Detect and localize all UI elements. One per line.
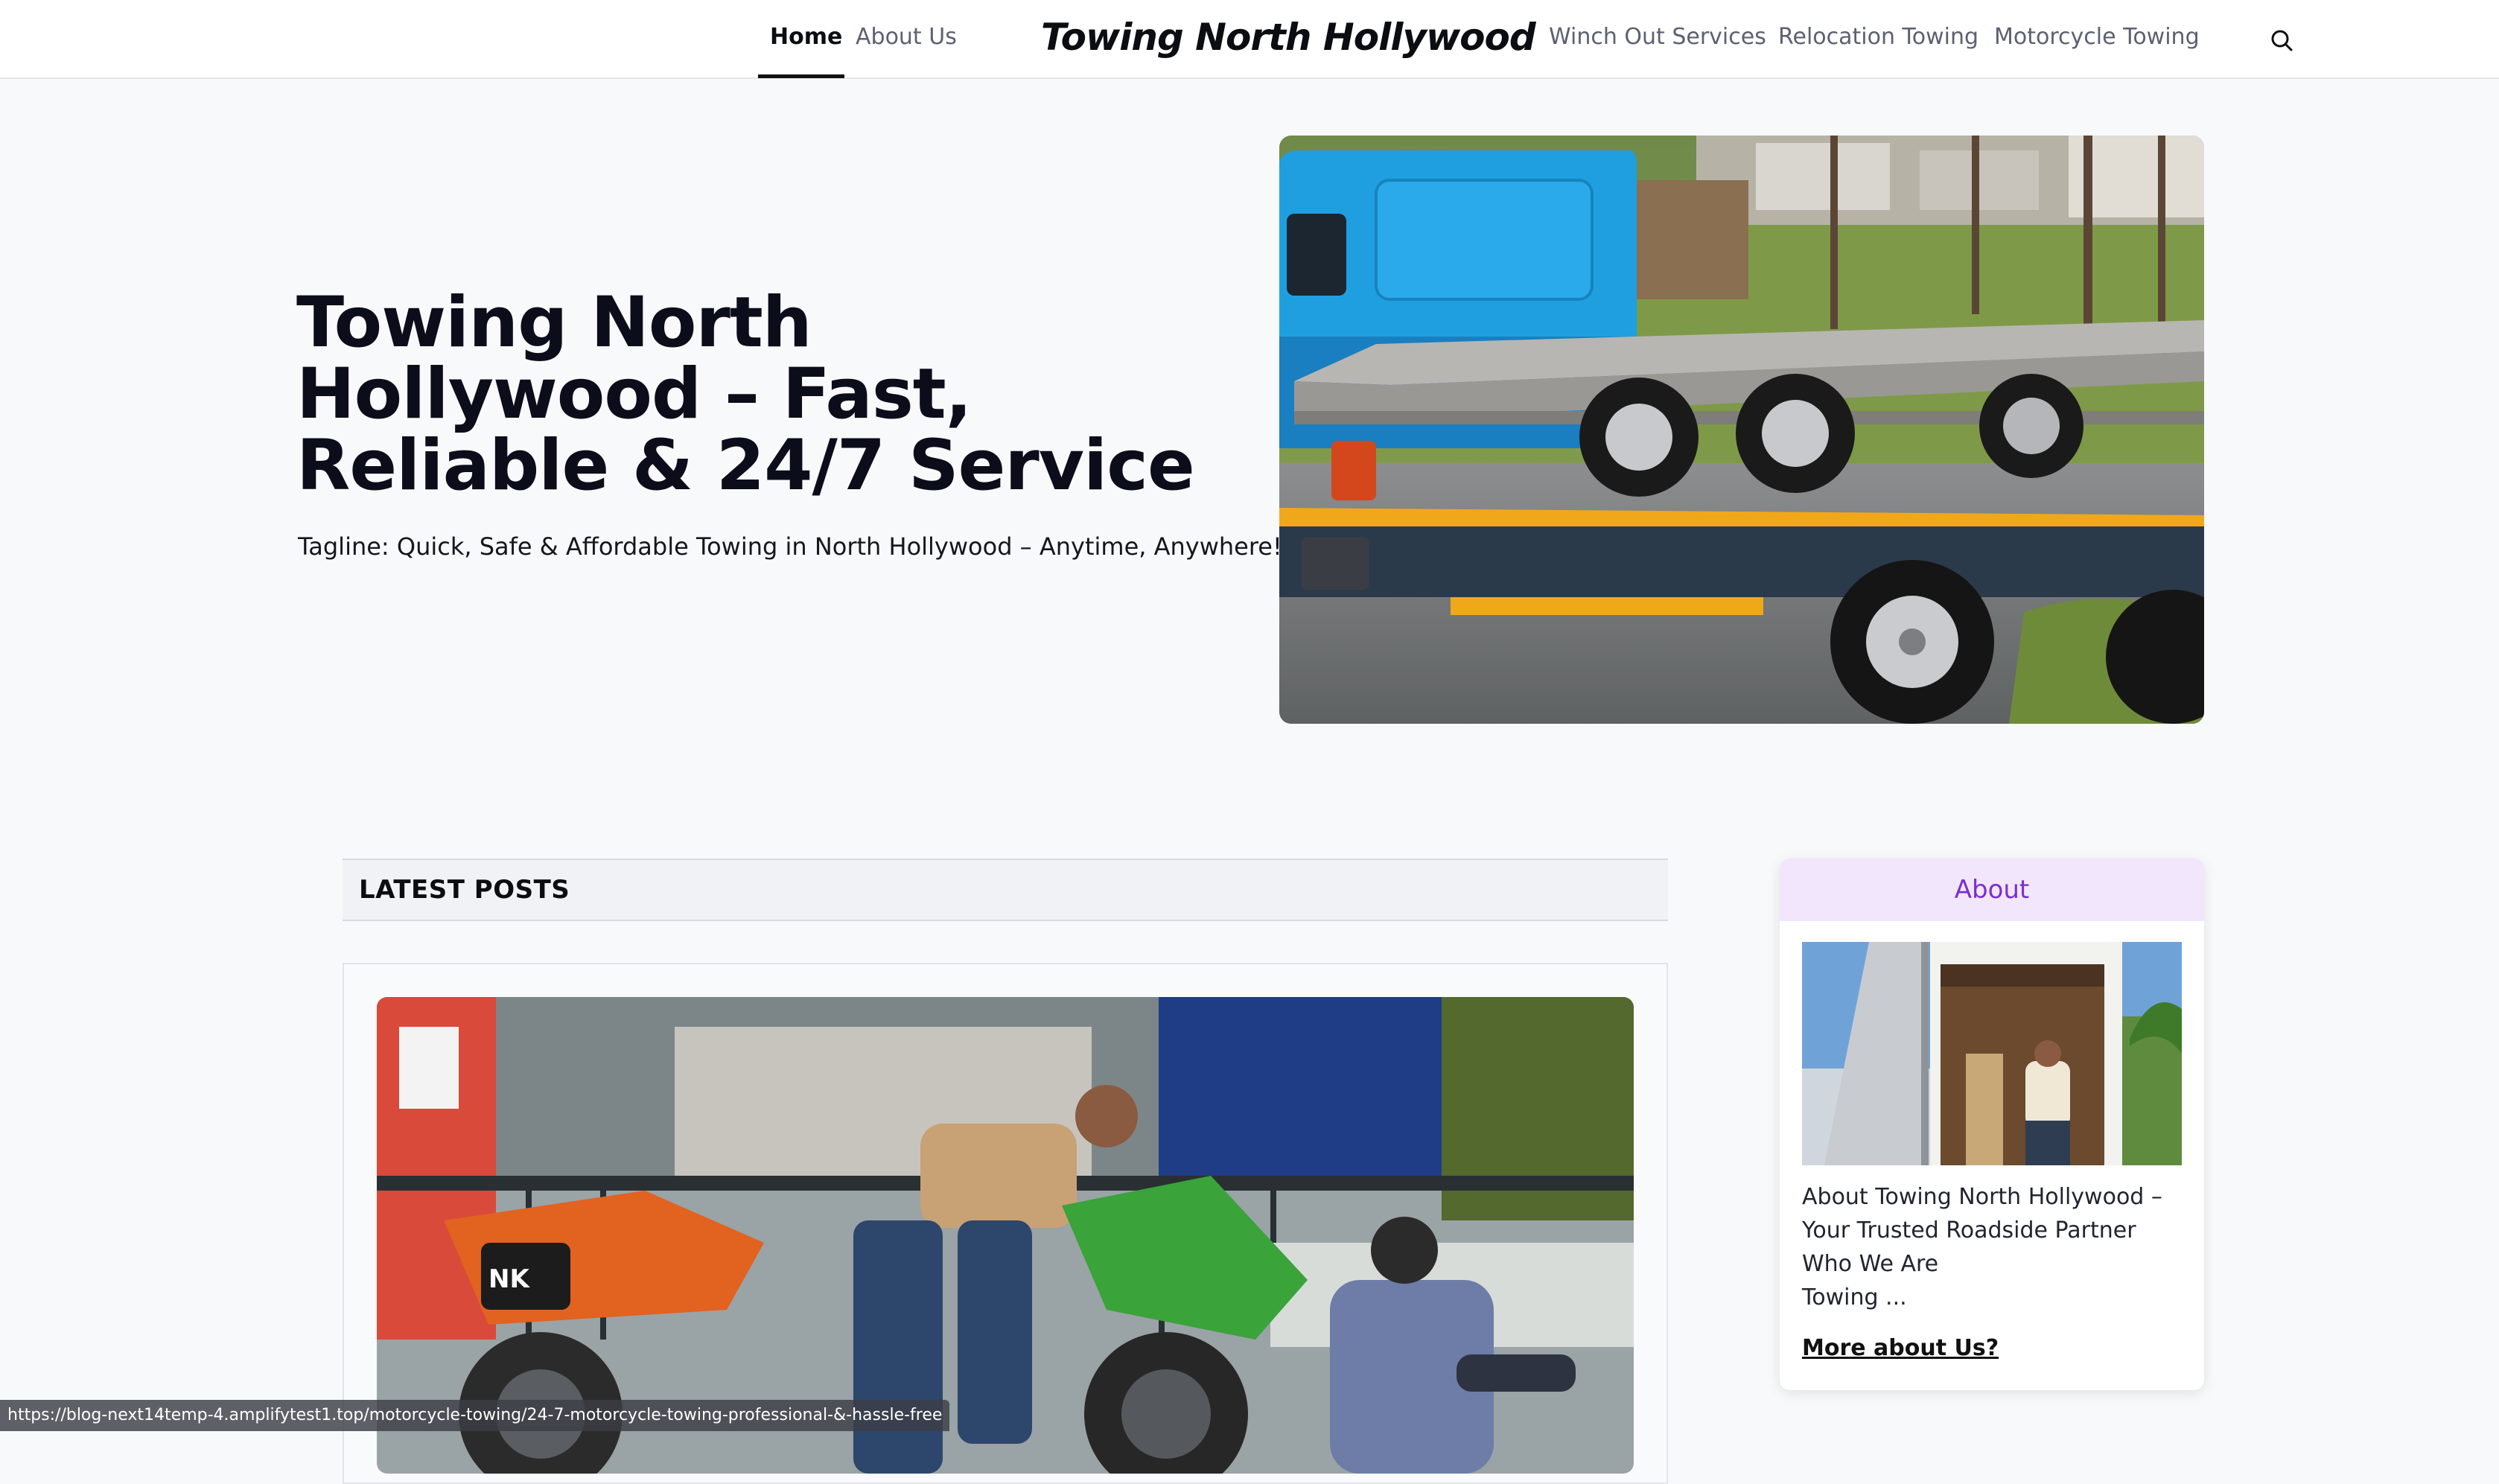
about-excerpt-line: About Towing North Hollywood –	[1802, 1184, 2162, 1210]
about-excerpt-line: Towing ...	[1802, 1284, 1907, 1311]
hero-title: Towing North Hollywood – Fast, Reliable …	[296, 282, 1195, 506]
more-about-us-link[interactable]: More about Us?	[1802, 1334, 1999, 1363]
active-nav-indicator	[758, 74, 844, 78]
nav-winch-out-services-link[interactable]: Winch Out Services	[1549, 22, 1766, 52]
top-navigation-bar: Home About Us Towing North Hollywood Win…	[0, 0, 2499, 79]
about-widget-header: About	[1780, 859, 2204, 921]
latest-posts-header: LATEST POSTS	[343, 859, 1668, 921]
site-logo-title[interactable]: Towing North Hollywood	[1041, 13, 1536, 61]
about-excerpt-line: Your Trusted Roadside Partner	[1802, 1217, 2136, 1243]
about-widget: About About Towing North Hollywood – You…	[1780, 859, 2204, 1390]
hero-tow-truck-image	[1279, 136, 2204, 724]
nav-motorcycle-towing-link[interactable]: Motorcycle Towing	[1994, 22, 2200, 52]
nav-relocation-towing-link[interactable]: Relocation Towing	[1778, 22, 1978, 52]
status-bar-link-preview: https://blog-next14temp-4.amplifytest1.t…	[0, 1400, 950, 1431]
search-icon[interactable]	[2268, 27, 2295, 54]
about-excerpt: About Towing North Hollywood – Your Trus…	[1802, 1180, 2189, 1314]
latest-posts-title: LATEST POSTS	[359, 875, 570, 905]
about-excerpt-line: Who We Are	[1802, 1251, 1939, 1277]
about-moving-truck-image	[1802, 942, 2182, 1165]
nav-home-link[interactable]: Home	[770, 22, 842, 52]
svg-text:NK: NK	[488, 1264, 530, 1294]
hero-tagline: Tagline: Quick, Safe & Affordable Towing…	[298, 532, 1282, 561]
about-widget-title: About	[1954, 875, 2030, 905]
nav-about-us-link[interactable]: About Us	[856, 22, 957, 52]
